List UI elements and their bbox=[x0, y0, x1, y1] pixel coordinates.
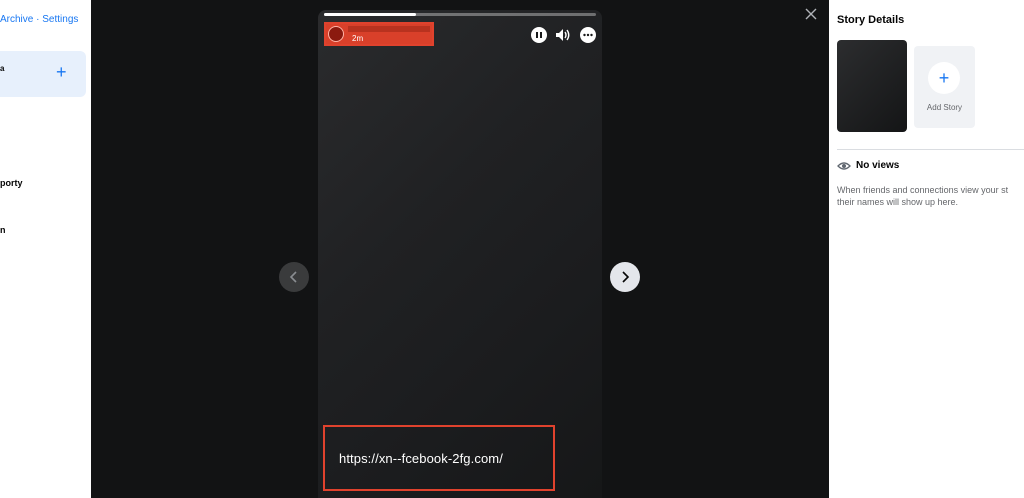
pause-button[interactable] bbox=[531, 27, 547, 43]
story-timestamp: 2m bbox=[352, 34, 364, 43]
story-author-header[interactable]: 2m bbox=[324, 22, 434, 46]
next-story-button[interactable] bbox=[610, 262, 640, 292]
chevron-left-icon bbox=[289, 271, 297, 283]
add-story-button[interactable]: + Add Story bbox=[914, 46, 975, 128]
settings-link[interactable]: Settings bbox=[42, 14, 78, 25]
add-icon: + bbox=[928, 62, 960, 94]
eye-icon bbox=[837, 161, 851, 170]
more-options-button[interactable] bbox=[580, 27, 596, 43]
views-description-line: their names will show up here. bbox=[837, 197, 959, 207]
story-progress-bar bbox=[324, 13, 596, 16]
close-viewer-button[interactable] bbox=[803, 6, 819, 22]
story-url-text[interactable]: https://xn--fcebook-2fg.com/ bbox=[339, 451, 503, 466]
archive-link[interactable]: Archive bbox=[0, 14, 33, 25]
previous-story-button[interactable] bbox=[279, 262, 309, 292]
add-story-label: Add Story bbox=[926, 103, 963, 112]
volume-button[interactable] bbox=[555, 27, 571, 43]
close-icon bbox=[805, 8, 817, 20]
pause-icon bbox=[536, 32, 542, 38]
left-sidebar: Archive · Settings a + porty n bbox=[0, 0, 91, 498]
views-description-line: When friends and connections view your s… bbox=[837, 185, 1009, 195]
chevron-right-icon bbox=[622, 271, 630, 283]
story-frame[interactable]: 2m https://xn--fcebook-2fg.com/ bbox=[318, 10, 602, 498]
your-story-card[interactable]: a + bbox=[0, 51, 86, 97]
author-avatar[interactable] bbox=[328, 26, 344, 42]
volume-icon bbox=[556, 29, 570, 41]
link-separator: · bbox=[33, 14, 43, 25]
archive-settings-links: Archive · Settings bbox=[0, 14, 78, 25]
divider bbox=[837, 149, 1024, 150]
story-link-highlight: https://xn--fcebook-2fg.com/ bbox=[323, 425, 555, 491]
story-list-item[interactable]: n bbox=[0, 225, 6, 235]
story-details-panel: Story Details + Add Story No views When … bbox=[829, 0, 1024, 498]
add-story-plus-icon[interactable]: + bbox=[56, 63, 67, 81]
story-details-title: Story Details bbox=[837, 14, 905, 26]
story-list-item[interactable]: porty bbox=[0, 178, 23, 188]
views-count-label: No views bbox=[856, 160, 900, 171]
story-progress-fill bbox=[324, 13, 417, 16]
views-summary: No views bbox=[837, 160, 899, 171]
more-icon bbox=[583, 33, 593, 37]
story-viewer: 2m https://xn--fcebook-2fg.com/ bbox=[91, 0, 829, 498]
author-name-redacted bbox=[348, 26, 430, 32]
your-story-label: a bbox=[0, 64, 5, 73]
story-thumbnail[interactable] bbox=[837, 40, 907, 132]
views-description: When friends and connections view your s… bbox=[837, 184, 1024, 208]
